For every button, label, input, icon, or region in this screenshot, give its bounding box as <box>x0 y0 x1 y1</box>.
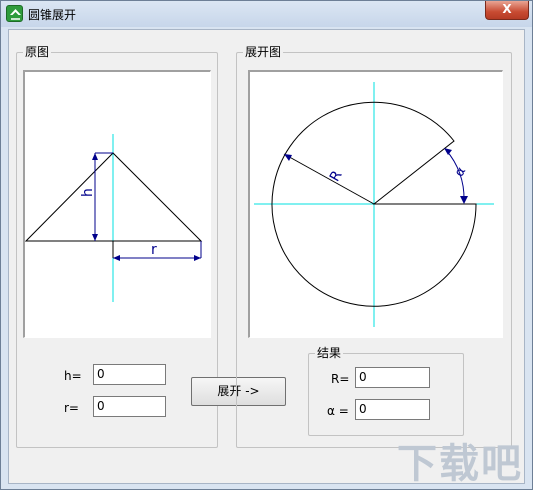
r-arrow-right <box>194 255 201 261</box>
R-output[interactable]: 0 <box>355 367 430 388</box>
R-symbol: R <box>327 168 346 185</box>
unfolded-diagram: R α <box>254 82 494 327</box>
h-input[interactable]: 0 <box>93 364 166 385</box>
alpha-arrow-bottom <box>460 196 468 204</box>
h-arrow-bottom <box>92 234 98 241</box>
alpha-symbol: α <box>452 165 469 180</box>
client-area: 原图 h r h= 0 r= 0 展开 -> 展开图 R α 结果 R= 0 α… <box>8 29 525 484</box>
h-arrow-top <box>92 153 98 160</box>
app-window: 圆锥展开 X 原图 h r h= 0 r= 0 展开 -> 展开图 R α 结果… <box>0 0 533 490</box>
r-input[interactable]: 0 <box>93 396 166 417</box>
h-symbol: h <box>80 188 96 197</box>
original-diagram: h r <box>24 134 203 302</box>
original-group: 原图 h r h= 0 r= 0 <box>16 45 218 448</box>
original-group-label: 原图 <box>23 45 52 59</box>
unfolded-canvas: R α <box>248 70 503 338</box>
alpha-label: α = <box>327 404 349 418</box>
app-icon <box>6 5 23 22</box>
unfolded-group: 展开图 R α 结果 R= 0 α = 0 <box>236 45 512 448</box>
title-bar[interactable]: 圆锥展开 X <box>1 1 532 27</box>
R-label: R= <box>331 372 350 386</box>
r-label: r= <box>64 401 79 415</box>
h-label: h= <box>64 369 82 383</box>
result-group-label: 结果 <box>315 346 344 360</box>
r-symbol: r <box>151 242 157 258</box>
window-title: 圆锥展开 <box>28 8 77 22</box>
r-arrow-left <box>113 255 120 261</box>
watermark-logo: 下载吧 <box>397 441 523 487</box>
result-group: 结果 R= 0 α = 0 <box>308 346 464 436</box>
close-button[interactable]: X <box>485 1 529 20</box>
unfolded-group-label: 展开图 <box>243 45 284 59</box>
alpha-output[interactable]: 0 <box>355 399 430 420</box>
radius-line <box>283 153 375 205</box>
original-canvas: h r <box>23 70 211 338</box>
alpha-arrow-top <box>444 148 452 155</box>
